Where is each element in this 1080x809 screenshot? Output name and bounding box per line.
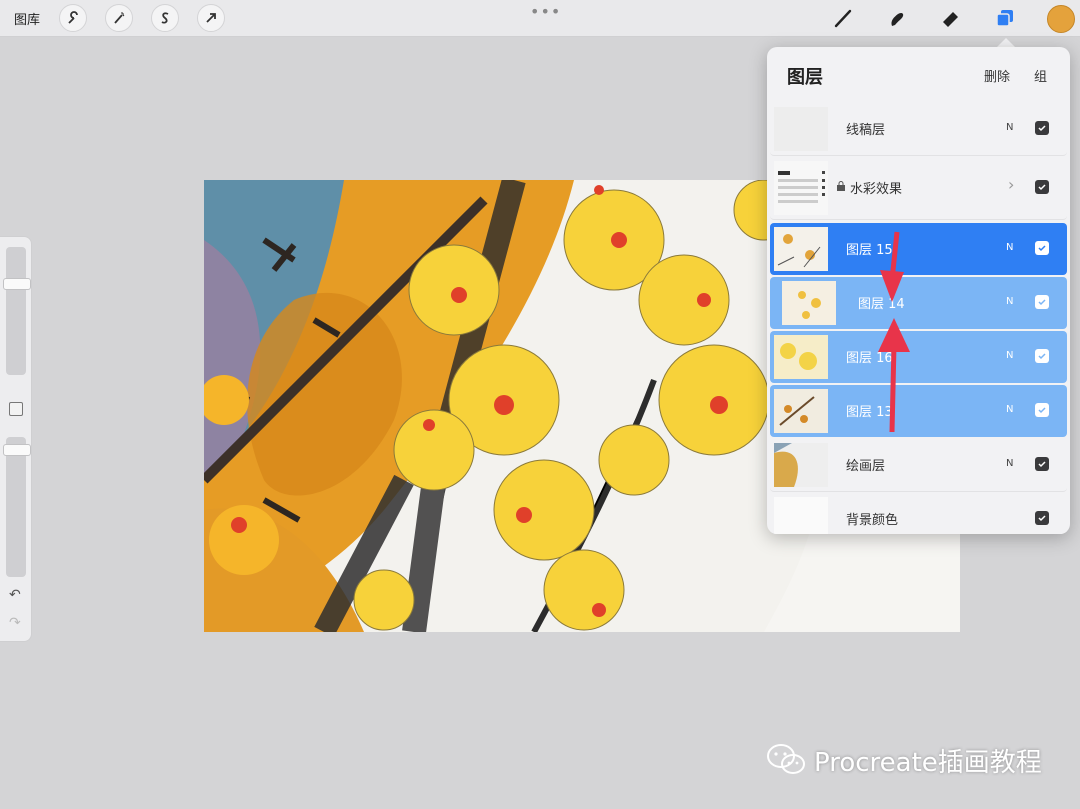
layers-icon[interactable] xyxy=(991,4,1019,32)
layer-name: 线稿层 xyxy=(846,123,886,138)
layer-row-14[interactable]: 图层 14 N xyxy=(770,277,1067,329)
layer-row-13[interactable]: 图层 13 N xyxy=(770,385,1067,437)
undo-icon[interactable]: ↶ xyxy=(9,587,21,603)
blend-mode-label[interactable]: N xyxy=(1006,404,1013,415)
layer-thumbnail xyxy=(774,497,828,534)
visibility-checkbox[interactable] xyxy=(1035,511,1049,525)
layer-thumbnail xyxy=(774,227,828,271)
group-thumbnail xyxy=(774,161,828,215)
group-button[interactable]: 组 xyxy=(1034,66,1047,85)
layer-row-16[interactable]: 图层 16 N xyxy=(770,331,1067,383)
layer-name: 图层 14 xyxy=(858,297,905,312)
layer-row-background[interactable]: 背景颜色 xyxy=(770,493,1067,534)
visibility-checkbox[interactable] xyxy=(1035,349,1049,363)
layer-thumbnail xyxy=(782,281,836,325)
wechat-icon xyxy=(767,744,805,774)
group-name: 水彩效果 xyxy=(850,182,903,197)
opacity-slider[interactable] xyxy=(6,437,26,577)
layer-row-painting[interactable]: 绘画层 N xyxy=(770,439,1067,492)
layer-name: 图层 16 xyxy=(846,351,893,366)
layer-name: 背景颜色 xyxy=(846,513,899,528)
smudge-icon[interactable] xyxy=(883,4,911,32)
blend-mode-label[interactable]: N xyxy=(1006,458,1013,469)
layer-group-watercolor[interactable]: 水彩效果 › xyxy=(770,157,1067,220)
layer-name: 图层 13 xyxy=(846,405,893,420)
blend-mode-label[interactable]: N xyxy=(1006,242,1013,253)
watermark-text: Procreate插画教程 xyxy=(814,747,1042,778)
modify-button[interactable] xyxy=(9,402,23,416)
brush-icon[interactable] xyxy=(829,4,857,32)
layer-name: 图层 15 xyxy=(846,243,893,258)
more-dots[interactable]: ••• xyxy=(530,2,561,21)
visibility-checkbox[interactable] xyxy=(1035,457,1049,471)
layer-thumbnail xyxy=(774,107,828,151)
visibility-checkbox[interactable] xyxy=(1035,403,1049,417)
chevron-right-icon[interactable]: › xyxy=(1008,175,1014,194)
opacity-thumb[interactable] xyxy=(3,444,31,456)
redo-icon[interactable]: ↷ xyxy=(9,615,21,631)
layer-row-lineart[interactable]: 线稿层 N xyxy=(770,103,1067,156)
left-sidebar: ↶ ↷ xyxy=(0,236,32,642)
visibility-checkbox[interactable] xyxy=(1035,241,1049,255)
panel-title: 图层 xyxy=(787,67,823,88)
visibility-checkbox[interactable] xyxy=(1035,121,1049,135)
blend-mode-label[interactable]: N xyxy=(1006,122,1013,133)
watermark: Procreate插画教程 xyxy=(766,740,1042,780)
visibility-checkbox[interactable] xyxy=(1035,180,1049,194)
eraser-icon[interactable] xyxy=(937,4,965,32)
wrench-icon[interactable] xyxy=(59,4,87,32)
layers-panel: 图层 删除 组 线稿层 N 水彩效果 › 图层 15 N 图层 14 N 图层 … xyxy=(767,47,1070,534)
selection-icon[interactable] xyxy=(151,4,179,32)
brush-size-thumb[interactable] xyxy=(3,277,31,290)
layer-thumbnail xyxy=(774,389,828,433)
color-swatch[interactable] xyxy=(1047,5,1075,33)
layer-thumbnail xyxy=(774,443,828,487)
visibility-checkbox[interactable] xyxy=(1035,295,1049,309)
blend-mode-label[interactable]: N xyxy=(1006,296,1013,307)
top-toolbar: 图库 ••• xyxy=(0,0,1080,37)
layer-name: 绘画层 xyxy=(846,459,886,474)
magic-wand-icon[interactable] xyxy=(105,4,133,32)
gallery-button[interactable]: 图库 xyxy=(14,9,40,28)
brush-size-slider[interactable] xyxy=(6,247,26,375)
lock-icon xyxy=(837,181,845,191)
layer-row-15[interactable]: 图层 15 N xyxy=(770,223,1067,275)
transform-arrow-icon[interactable] xyxy=(197,4,225,32)
blend-mode-label[interactable]: N xyxy=(1006,350,1013,361)
delete-button[interactable]: 删除 xyxy=(984,66,1010,85)
layer-thumbnail xyxy=(774,335,828,379)
